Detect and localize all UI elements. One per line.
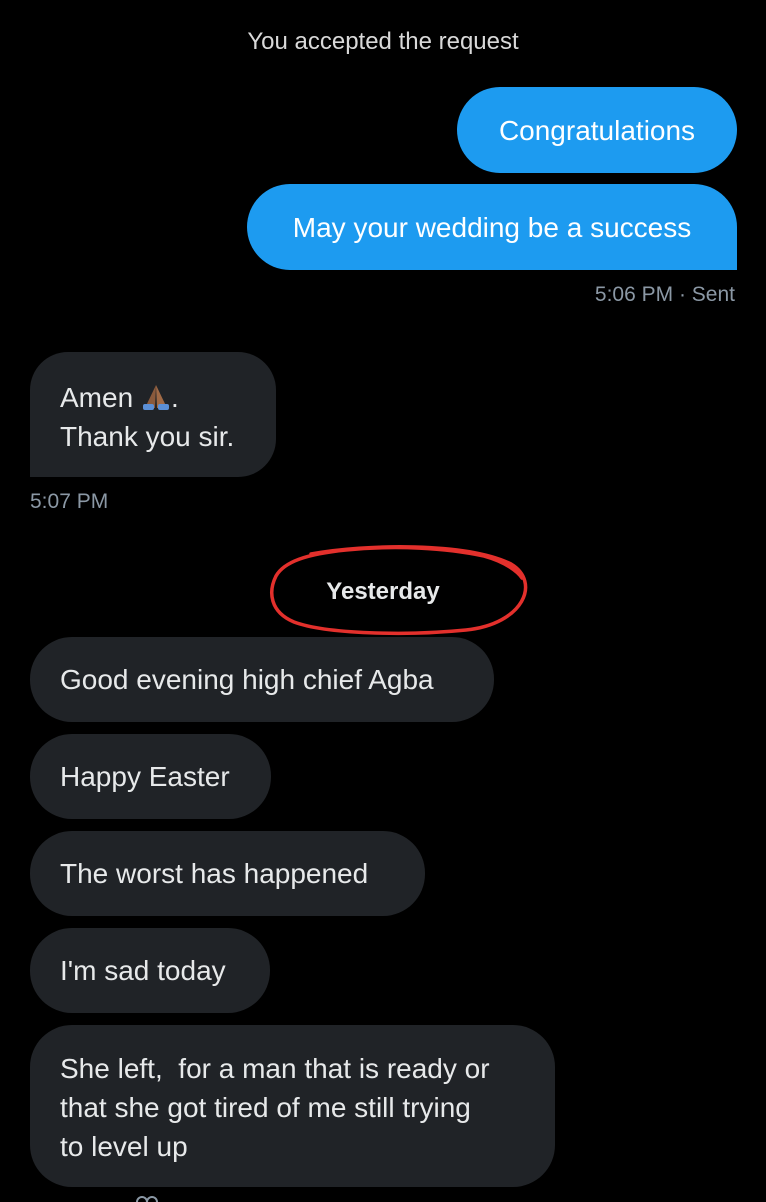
sent-message-bubble[interactable]: Congratulations [457,87,737,173]
day-divider: Yesterday [326,578,440,605]
received-message-line: Amen . [60,382,179,413]
received-message-bubble[interactable]: Amen . Thank you sir. [30,352,276,477]
received-message-text: The worst has happened [60,858,369,889]
partial-icon [136,1196,158,1202]
sent-message-text: May your wedding be a success [292,212,692,243]
received-message-bubble[interactable]: The worst has happened [30,831,425,916]
received-message-bubble[interactable]: Good evening high chief Agba [30,637,494,722]
sent-message-bubble[interactable]: May your wedding be a success [247,184,737,270]
received-message-line: She left, for a man that is ready or [60,1053,490,1084]
system-note: You accepted the request [247,28,519,55]
received-message-text: Happy Easter [60,761,230,792]
received-timestamp: 5:07 PM [30,490,109,513]
sent-message-text: Congratulations [498,115,696,146]
received-message-text: Good evening high chief Agba [60,664,434,695]
folded-hands-icon [142,385,169,410]
received-message-line: Thank you sir. [60,421,235,452]
received-message-line: that she got tired of me still trying [60,1092,471,1123]
received-message-bubble[interactable]: I'm sad today [30,928,270,1013]
received-message-line: to level up [60,1131,188,1162]
received-message-bubble[interactable]: She left, for a man that is ready or tha… [30,1025,555,1187]
sent-timestamp-status: 5:06 PM · Sent [594,283,735,306]
received-message-text: I'm sad today [60,955,226,986]
received-message-bubble[interactable]: Happy Easter [30,734,271,819]
